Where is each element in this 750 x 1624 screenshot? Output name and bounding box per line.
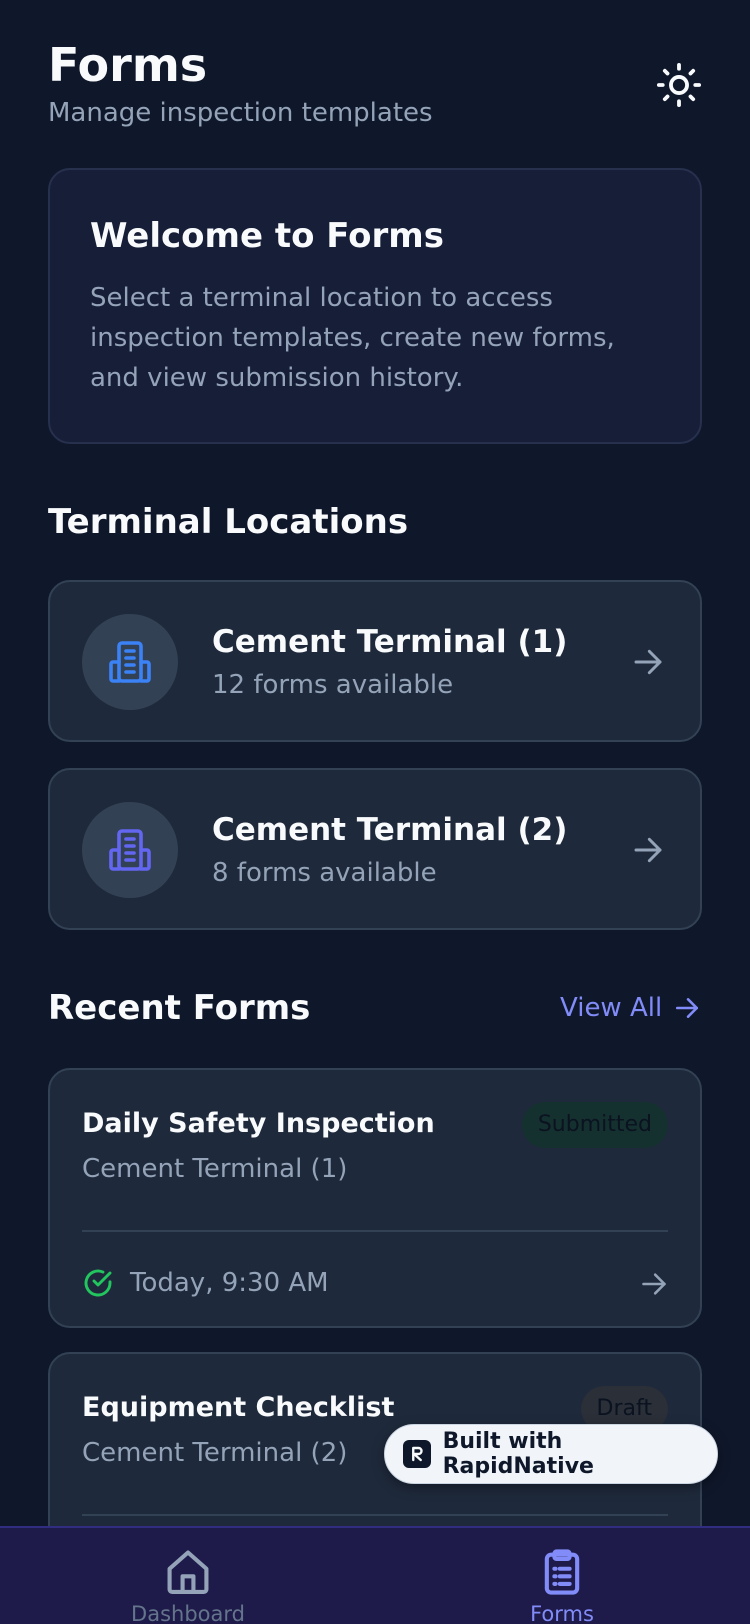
terminal-form-count: 12 forms available (212, 670, 454, 700)
divider (82, 1514, 668, 1516)
form-title: Daily Safety Inspection (82, 1108, 435, 1139)
form-terminal: Cement Terminal (2) (82, 1438, 348, 1468)
page-header: Forms Manage inspection templates (48, 36, 702, 130)
bottom-tab-bar: Dashboard Forms (0, 1526, 750, 1624)
divider (82, 1230, 668, 1232)
welcome-title: Welcome to Forms (90, 216, 444, 256)
page-subtitle: Manage inspection templates (48, 98, 433, 128)
terminal-name: Cement Terminal (2) (212, 812, 568, 848)
arrow-right-icon (642, 1273, 666, 1295)
terminal-card-1[interactable]: Cement Terminal (1) 12 forms available (48, 580, 702, 742)
built-with-label: Built with RapidNative (442, 1429, 594, 1479)
form-title: Equipment Checklist (82, 1392, 395, 1423)
tab-label: Dashboard (131, 1602, 245, 1624)
terminal-form-count: 8 forms available (212, 858, 437, 888)
building-icon (109, 829, 151, 871)
view-all-label: View All (560, 993, 663, 1023)
arrow-right-icon (676, 998, 699, 1018)
sun-icon (656, 62, 702, 108)
terminal-card-2[interactable]: Cement Terminal (2) 8 forms available (48, 768, 702, 930)
form-terminal: Cement Terminal (1) (82, 1154, 348, 1184)
status-badge: Submitted (521, 1102, 668, 1148)
welcome-card: Welcome to Forms Select a terminal locat… (48, 168, 702, 444)
terminal-locations-title: Terminal Locations (48, 502, 409, 542)
welcome-text: Select a terminal location to access ins… (90, 283, 615, 393)
home-icon (167, 1550, 209, 1594)
view-all-link[interactable]: View All (560, 990, 700, 1026)
recent-forms-title: Recent Forms (48, 988, 311, 1028)
check-circle-icon (84, 1269, 112, 1297)
rapidnative-logo-icon (403, 1440, 431, 1468)
tab-label: Forms (530, 1602, 594, 1624)
building-icon (109, 641, 151, 683)
page-title: Forms (48, 38, 208, 92)
recent-form-card-1[interactable]: Daily Safety Inspection Cement Terminal … (48, 1068, 702, 1328)
scroll-content[interactable]: Forms Manage inspection templates Welcom… (0, 0, 750, 1526)
forms-screen: Forms Manage inspection templates Welcom… (0, 0, 750, 1624)
tab-dashboard[interactable]: Dashboard (88, 1528, 288, 1624)
built-with-rapidnative-badge[interactable]: Built with RapidNative (384, 1424, 718, 1484)
form-meta: Today, 9:30 AM (82, 1266, 329, 1300)
arrow-right-icon (634, 649, 662, 675)
arrow-right-icon (634, 837, 662, 863)
form-timestamp: Today, 9:30 AM (130, 1268, 329, 1298)
theme-toggle-button[interactable] (646, 52, 712, 118)
terminal-icon-circle (82, 802, 178, 898)
terminal-name: Cement Terminal (1) (212, 624, 568, 660)
terminal-icon-circle (82, 614, 178, 710)
clipboard-icon (544, 1549, 580, 1595)
tab-forms[interactable]: Forms (462, 1528, 662, 1624)
